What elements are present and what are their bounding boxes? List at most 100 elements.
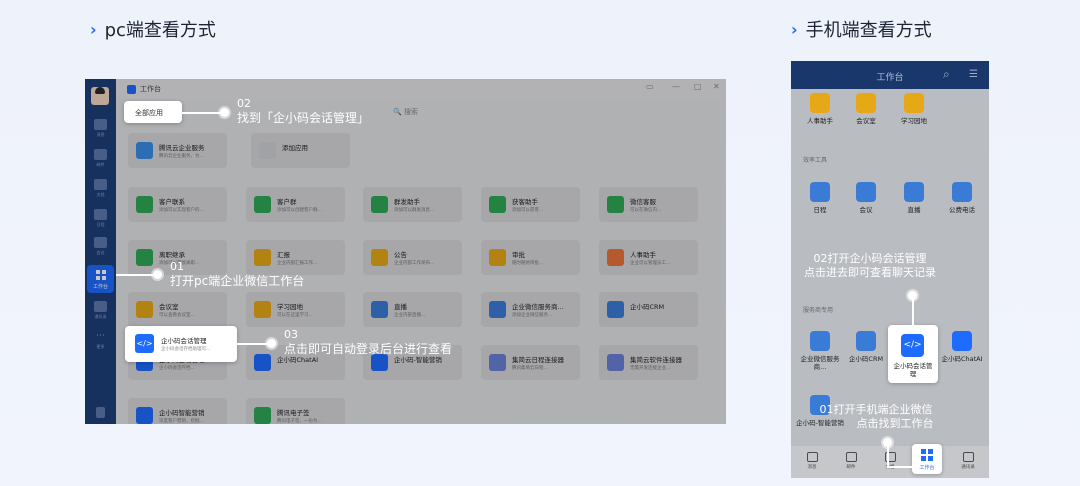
message-icon[interactable] <box>94 119 107 130</box>
callout-text: 01打开手机端企业微信 <box>819 403 933 416</box>
app-card[interactable]: 直播 企业内部直播... <box>363 292 462 327</box>
tab-mail[interactable]: 邮件 <box>836 452 866 470</box>
settings-icon[interactable]: ☰ <box>969 69 978 80</box>
app-card[interactable]: 添加应用 <box>251 133 350 168</box>
mobile-app[interactable]: 公费电话 <box>937 182 987 214</box>
chevron-right-icon: › <box>791 19 798 39</box>
app-icon <box>952 331 972 351</box>
app-name: 获客助手 <box>512 198 538 206</box>
more-icon[interactable]: ⋯ <box>85 331 116 341</box>
mobile-highlight-app[interactable]: </> 企小码会话管理 <box>888 325 938 383</box>
mobile-callout-01: 01打开手机端企业微信 点击找到工作台 <box>801 403 951 431</box>
pin-icon[interactable]: ▭ <box>646 82 654 91</box>
app-desc: 深度客户营销，挖掘... <box>159 419 204 424</box>
app-name: 离职继承 <box>159 251 185 259</box>
mobile-app[interactable]: 人事助手 <box>795 93 845 125</box>
document-icon[interactable] <box>94 179 107 190</box>
callout-dot <box>908 291 917 300</box>
app-desc: 企业可以管理员工... <box>630 261 671 266</box>
app-card[interactable]: 客户联系 添加可以实现客户的... <box>128 187 227 222</box>
minimize-icon[interactable]: — <box>672 82 680 91</box>
mobile-app[interactable]: 企小码ChatAI <box>937 331 987 363</box>
app-card[interactable]: 腾讯云企业服务 腾讯云企业服务，为... <box>128 133 227 168</box>
app-desc: 腾讯云企业服务，为... <box>159 154 204 159</box>
search-icon[interactable]: ⌕ <box>943 67 950 82</box>
app-name: 公告 <box>394 251 407 259</box>
app-card[interactable]: 腾讯电子签 腾讯电子签，一份为... <box>246 398 345 424</box>
tab-messages[interactable]: 消息 <box>797 452 827 470</box>
app-icon <box>254 301 271 318</box>
chart-icon[interactable] <box>96 407 105 418</box>
app-card[interactable]: 公告 企业内部工作发布... <box>363 240 462 275</box>
mobile-app[interactable]: 会议室 <box>841 93 891 125</box>
callout-number: 01 <box>170 260 184 273</box>
callout-line <box>887 466 912 468</box>
contacts-icon[interactable] <box>94 301 107 312</box>
pc-title-bar: 工作台 ▭ — □ ✕ <box>116 79 726 101</box>
app-card[interactable]: 企小码智能营销 深度客户营销，挖掘... <box>128 398 227 424</box>
mobile-section-service: 服务商专用 <box>803 307 834 314</box>
app-desc: 腾讯集简云日程... <box>512 366 548 371</box>
calendar-icon[interactable] <box>94 209 107 220</box>
sidebar-item-workbench[interactable]: 工作台 <box>87 265 114 293</box>
mobile-app[interactable]: 学习园地 <box>889 93 939 125</box>
app-name: 企业微信服务商... <box>512 303 564 311</box>
tab-contacts[interactable]: 通讯录 <box>953 452 983 470</box>
highlight-app-card[interactable]: </> 企小码会话管理 企小码会话存档助理可... <box>125 326 237 362</box>
app-card[interactable]: 集简云软件连接器 无需开发连接企业... <box>599 345 698 380</box>
workbench-logo-icon <box>127 85 136 94</box>
mobile-app[interactable]: 日程 <box>795 182 845 214</box>
mobile-app[interactable]: 会议 <box>841 182 891 214</box>
mobile-app[interactable]: 企业微信服务商... <box>795 331 845 371</box>
app-card[interactable]: 客户群 添加可以创建客户群... <box>246 187 345 222</box>
sidebar-item-label: 邮件 <box>96 162 105 167</box>
mobile-app[interactable]: 直播 <box>889 182 939 214</box>
callout-step-01: 01 打开pc端企业微信工作台 <box>170 259 304 289</box>
callout-text: 点击即可自动登录后台进行查看 <box>284 342 453 356</box>
app-name: 直播 <box>907 206 921 214</box>
app-card[interactable]: 会议室 可以查看会议室... <box>128 292 227 327</box>
app-icon <box>136 249 153 266</box>
app-card[interactable]: 获客助手 添加可以获客... <box>481 187 580 222</box>
meeting-icon[interactable] <box>94 237 107 248</box>
search-input[interactable]: 🔍 搜索 <box>393 107 418 117</box>
app-desc: 企业内部直播... <box>394 313 426 318</box>
app-card[interactable]: 企小码CRM <box>599 292 698 327</box>
filter-all-apps-button[interactable]: 全部应用 <box>124 101 182 123</box>
tab-workbench[interactable]: 工作台 <box>912 444 942 474</box>
app-icon <box>856 331 876 351</box>
mobile-header-title: 工作台 <box>876 73 904 83</box>
app-name: 腾讯电子签 <box>277 409 310 417</box>
app-name: 人事助手 <box>630 251 656 259</box>
callout-line <box>182 112 224 114</box>
app-icon <box>489 354 506 371</box>
app-card[interactable]: 学习园地 可以在这里学习... <box>246 292 345 327</box>
mail-icon[interactable] <box>94 149 107 160</box>
app-icon <box>607 301 624 318</box>
app-card[interactable]: 集简云日程连接器 腾讯集简云日程... <box>481 345 580 380</box>
app-desc: 添加企业微信服务... <box>512 313 553 318</box>
app-icon <box>371 249 388 266</box>
contacts-icon <box>962 452 974 462</box>
close-icon[interactable]: ✕ <box>713 82 720 91</box>
sidebar-item-label: 日程 <box>96 222 105 227</box>
app-name: 腾讯云企业服务 <box>159 144 205 152</box>
app-name: 客户群 <box>277 198 297 206</box>
app-icon <box>810 331 830 351</box>
app-desc: 随时随地审批... <box>512 261 544 266</box>
app-card[interactable]: 企业微信服务商... 添加企业微信服务... <box>481 292 580 327</box>
app-icon <box>607 354 624 371</box>
app-icon <box>371 301 388 318</box>
app-card[interactable]: 人事助手企业可以管理员工... <box>599 240 698 275</box>
app-name: 企小码CRM <box>630 303 665 311</box>
app-name: 会议室 <box>159 303 179 311</box>
mobile-app[interactable]: 企小码CRM <box>841 331 891 363</box>
app-card[interactable]: 微信客服 可以在微信内... <box>599 187 698 222</box>
app-name: 集简云软件连接器 <box>630 356 682 364</box>
maximize-icon[interactable]: □ <box>694 82 702 91</box>
mobile-callout-02: 02打开企小码会话管理 点击进去即可查看聊天记录 <box>791 252 949 280</box>
app-card[interactable]: 审批 随时随地审批... <box>481 240 580 275</box>
avatar[interactable] <box>91 87 109 105</box>
app-card[interactable]: 群发助手 添加可以群发消息... <box>363 187 462 222</box>
mobile-tab-bar: 消息 邮件 文档 通讯录 <box>791 446 989 478</box>
